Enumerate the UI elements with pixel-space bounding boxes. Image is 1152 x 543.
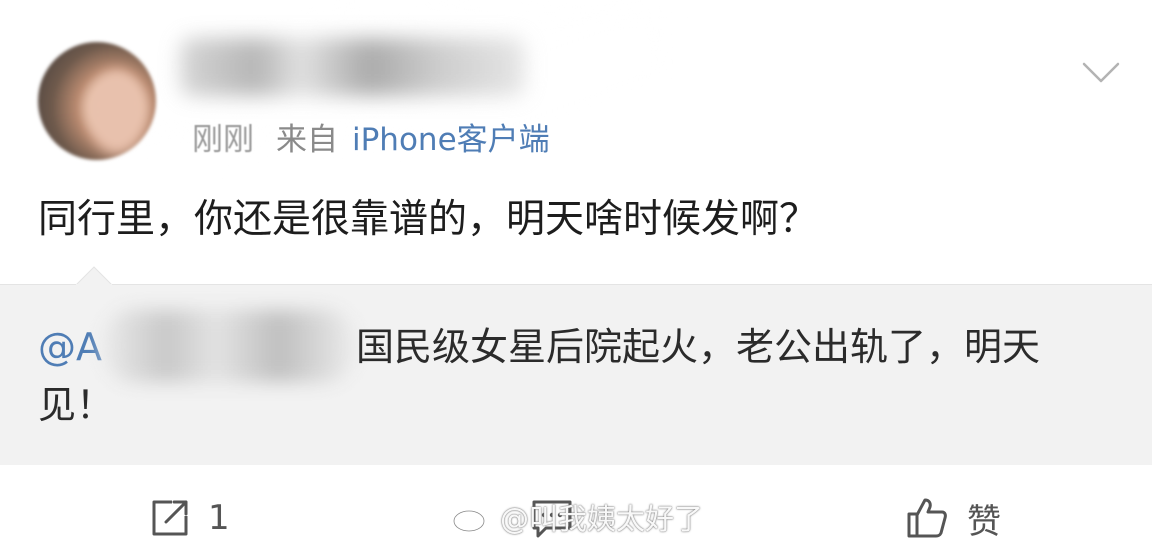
forward-count: 1 [208,498,230,538]
quoted-text-line2: 见！ [38,383,115,427]
source-label: 来自 [276,122,338,158]
source-client-link[interactable]: iPhone客户端 [352,122,550,158]
comment-text: 同行里，你还是很靠谱的，明天啥时候发啊？ [38,197,819,242]
like-button[interactable]: 赞 [905,496,1001,542]
avatar[interactable] [38,42,156,160]
post-time: 刚刚 [192,122,254,158]
weibo-logo-icon [452,503,490,533]
quote-notch [76,266,112,302]
username-blurred[interactable] [180,38,525,96]
quoted-text-line1: 国民级女星后院起火，老公出轨了，明天 [356,325,1041,369]
like-label: 赞 [967,501,1001,542]
post-meta: 刚刚 来自 iPhone客户端 [192,114,550,159]
forward-icon [152,500,188,536]
forward-button[interactable]: 1 [150,496,230,540]
watermark-text: @叫我姨太好了 [500,502,704,536]
weibo-comment-card: 刚刚 来自 iPhone客户端 同行里，你还是很靠谱的，明天啥时候发啊？ @A 国民… [0,0,1152,543]
mention-name-blurred [104,310,354,382]
watermark: @叫我姨太好了 [452,496,703,538]
chevron-down-icon[interactable] [1082,62,1120,84]
thumbs-up-icon [907,498,947,538]
avatar-face-blur [88,70,146,154]
